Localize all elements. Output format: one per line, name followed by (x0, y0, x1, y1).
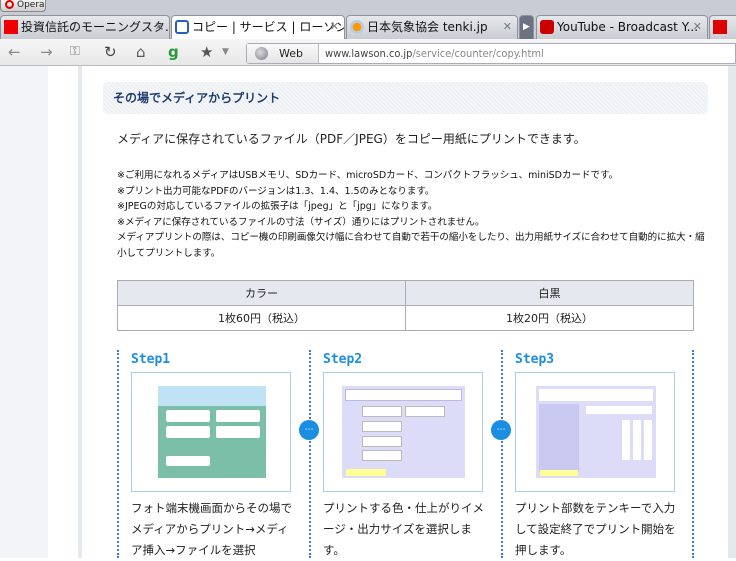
price-table: カラー 白黒 1枚60円（税込） 1枚20円（税込） (117, 280, 694, 331)
globe-icon (255, 47, 268, 60)
close-tab-icon[interactable]: ✕ (693, 16, 702, 38)
reload-icon[interactable]: ↻ (104, 43, 117, 61)
header-monochrome: 白黒 (405, 280, 694, 306)
youtube-icon (540, 20, 554, 34)
lawson-icon (175, 20, 189, 34)
forward-icon[interactable]: → (40, 43, 53, 61)
price-monochrome: 1枚20円（税込） (405, 305, 694, 331)
content-right-border (728, 66, 736, 558)
tab-title: 投資信託のモーニングスタ... (21, 20, 170, 34)
step-description: プリントする色・仕上がりイメージ・出力サイズを選択します。 (323, 501, 484, 557)
step-3: Step3 プリント部数をテンキーで入力して設定終了でプリント開始を押します。 (515, 350, 676, 561)
tab-morningstar[interactable]: 投資信託のモーニングスタ... ✕ (0, 15, 170, 39)
home-icon[interactable]: ⌂ (136, 43, 146, 61)
tab-youtube[interactable]: YouTube - Broadcast Y... ✕ (536, 15, 708, 39)
step-arrow-icon: ⋯ (299, 420, 319, 440)
tab-title: YouTube - Broadcast Y... (557, 20, 699, 34)
key-icon[interactable]: ⚿ (70, 43, 80, 61)
url-text[interactable]: www.lawson.co.jp/service/counter/copy.ht… (325, 44, 544, 63)
chevron-down-icon[interactable]: ▼ (222, 43, 229, 61)
note: ※ご利用になれるメディアはUSBメモリ、SDカード、microSDカード、コンパ… (117, 170, 619, 181)
step-1-screenshot (131, 372, 291, 492)
table-header-row: カラー 白黒 (117, 280, 694, 306)
step-divider (692, 350, 694, 558)
morningstar-icon (4, 20, 18, 34)
step-description: プリント部数をテンキーで入力して設定終了でプリント開始を押します。 (515, 501, 676, 557)
section-heading: その場でメディアからプリント (103, 82, 708, 114)
step-description: フォト端末機画面からその場でメディアからプリント→メディア挿入→ファイルを選択 (131, 501, 292, 557)
note: ※プリント出力可能なPDFのバージョンは1.3、1.4、1.5のみとなります。 (117, 185, 435, 197)
search-engine-label: Web (279, 47, 303, 60)
note: ※メディアに保存されているファイルの寸法（サイズ）通りにはプリントされません。 (117, 216, 485, 228)
tab-partial[interactable] (709, 15, 736, 39)
step-1: Step1 フォト端末機画面からその場でメディアからプリント→メディア挿入→ファ… (131, 350, 292, 561)
opera-logo-icon (5, 0, 14, 9)
close-tab-icon[interactable]: ✕ (155, 16, 164, 38)
bookmark-star-icon[interactable]: ★ (200, 43, 213, 61)
tab-scroll-button[interactable]: ▶ (519, 15, 534, 39)
tab-title: 日本気象協会 tenki.jp (367, 20, 488, 34)
step-divider (501, 350, 503, 558)
url-domain: www.lawson.co.jp (325, 47, 413, 60)
step-divider (309, 350, 311, 558)
back-icon[interactable]: ← (8, 43, 21, 61)
search-engine-selector[interactable]: Web (247, 44, 319, 63)
header-color: カラー (117, 280, 406, 306)
price-color: 1枚60円（税込） (117, 305, 406, 331)
menu-label: Opera (17, 0, 45, 10)
step-label: Step1 (131, 352, 171, 367)
step-arrow-icon: ⋯ (491, 420, 511, 440)
opera-menu-button[interactable]: Opera (0, 0, 46, 12)
note: ※JPEGの対応しているファイルの拡張子は「jpeg」と「jpg」になります。 (117, 201, 438, 212)
page-left-margin (0, 66, 48, 558)
step-3-screenshot (515, 372, 675, 492)
step-label: Step2 (323, 352, 363, 367)
intro-text: メディアに保存されているファイル（PDF／JPEG）をコピー用紙にプリントできま… (117, 132, 586, 146)
step-label: Step3 (515, 352, 555, 367)
step-2-screenshot (323, 372, 483, 492)
window-title-bar (0, 0, 736, 14)
tab-lawson[interactable]: コピー | サービス | ローソン ✕ (171, 15, 345, 40)
step-2: Step2 プリントする色・仕上がりイメージ・出力サイズを選択します。 (323, 350, 484, 561)
address-bar[interactable]: Web www.lawson.co.jp/service/counter/cop… (246, 43, 736, 64)
weather-icon (350, 20, 364, 34)
url-path: /service/counter/copy.html (412, 47, 544, 60)
notes: ※ご利用になれるメディアはUSBメモリ、SDカード、microSDカード、コンパ… (117, 168, 707, 261)
note: メディアプリントの際は、コピー機の印刷画像欠け幅に合わせて自動で若干の縮小をした… (117, 232, 705, 259)
close-tab-icon[interactable]: ✕ (503, 16, 512, 38)
site-icon (713, 20, 727, 34)
close-tab-icon[interactable]: ✕ (330, 16, 339, 38)
tab-bar: 投資信託のモーニングスタ... ✕ コピー | サービス | ローソン ✕ 日本気象… (0, 14, 736, 40)
step-divider (117, 350, 119, 558)
table-row: 1枚60円（税込） 1枚20円（税込） (117, 305, 694, 331)
tab-tenki[interactable]: 日本気象協会 tenki.jp ✕ (346, 15, 518, 39)
content-left-border (78, 66, 82, 558)
google-icon[interactable]: g (168, 43, 179, 61)
tab-title: コピー | サービス | ローソン (192, 20, 345, 34)
